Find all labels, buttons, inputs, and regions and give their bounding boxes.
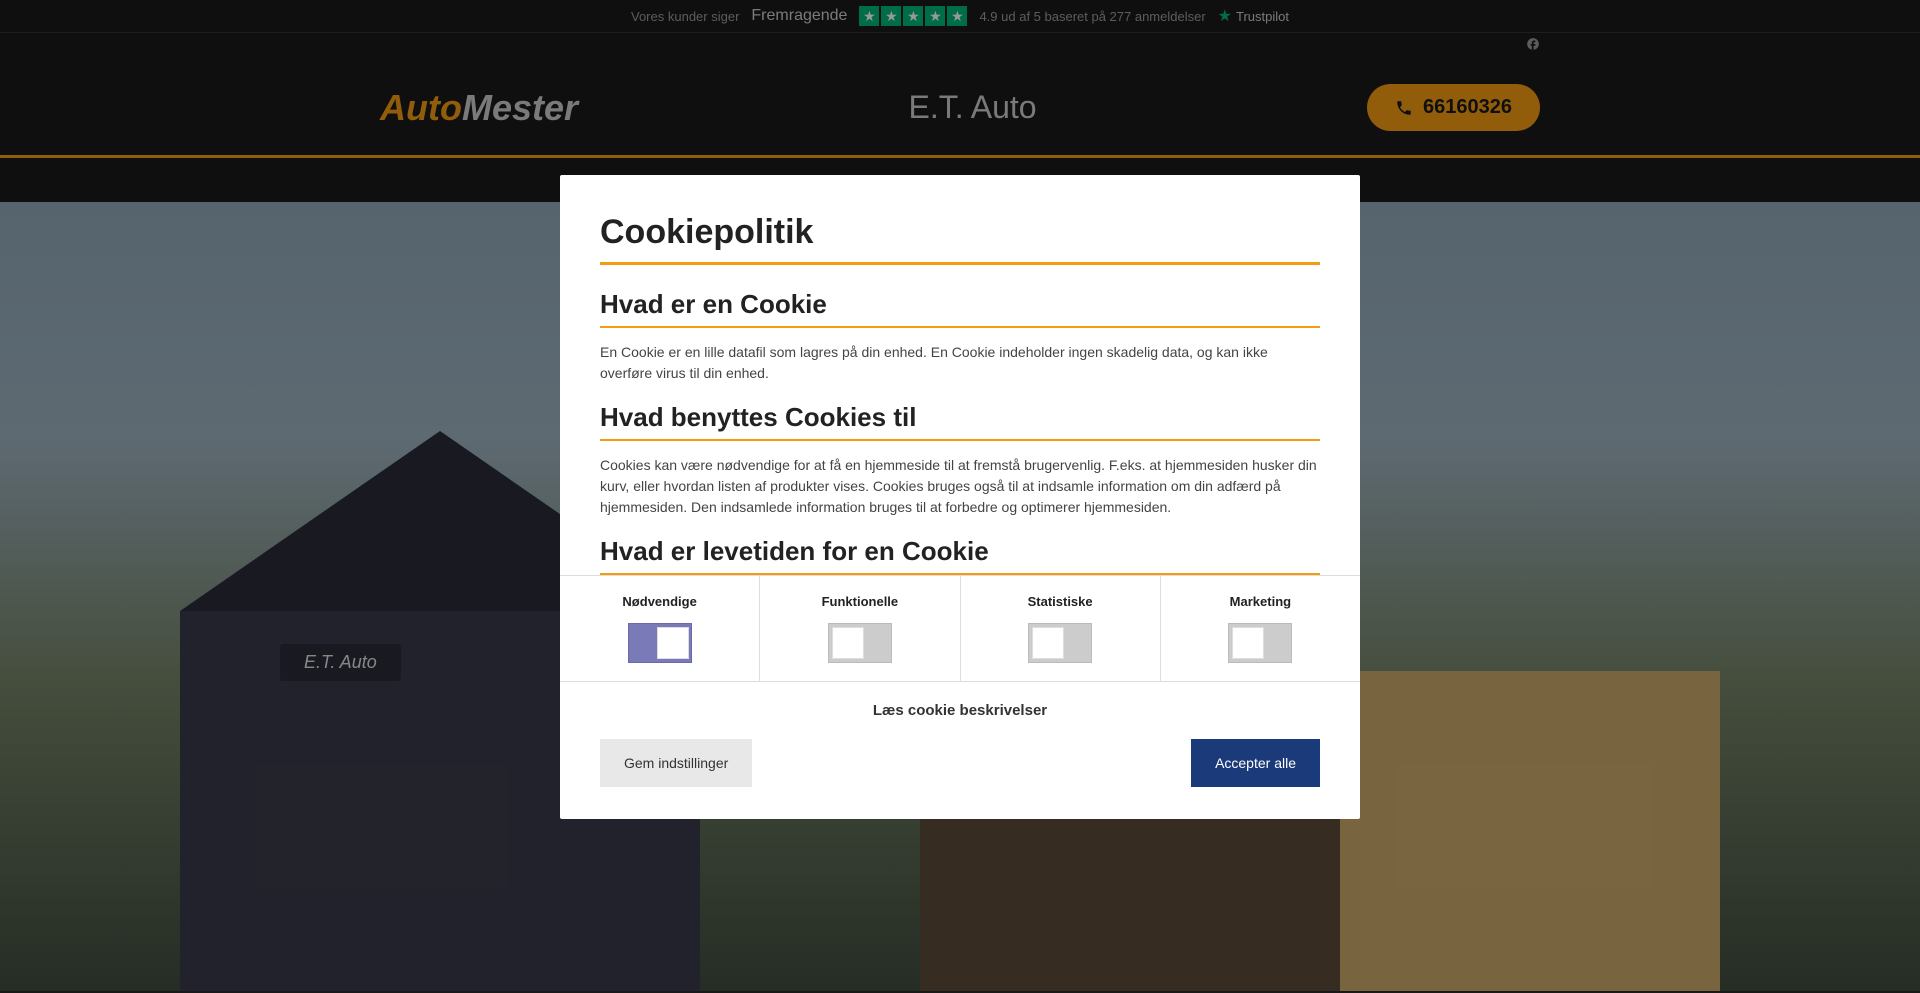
cookie-section2-title: Hvad benyttes Cookies til <box>600 402 1320 441</box>
cookie-section1-text: En Cookie er en lille datafil som lagres… <box>600 342 1320 384</box>
cookie-modal-content: Cookiepolitik Hvad er en Cookie En Cooki… <box>560 175 1360 575</box>
toggle-marketing[interactable] <box>1228 623 1292 663</box>
toggle-item-statistical: Statistiske <box>961 576 1161 681</box>
cookie-modal-title: Cookiepolitik <box>600 213 1320 265</box>
cookie-modal: Cookiepolitik Hvad er en Cookie En Cooki… <box>560 175 1360 819</box>
toggle-label: Nødvendige <box>570 594 749 609</box>
toggle-functional[interactable] <box>828 623 892 663</box>
save-settings-button[interactable]: Gem indstillinger <box>600 739 752 787</box>
toggle-knob <box>657 627 689 659</box>
toggle-label: Statistiske <box>971 594 1150 609</box>
cookie-toggle-section: Nødvendige Funktionelle Statistiske Mark… <box>560 575 1360 682</box>
cookie-section3-title: Hvad er levetiden for en Cookie <box>600 536 1320 575</box>
read-cookie-descriptions-link[interactable]: Læs cookie beskrivelser <box>560 682 1360 739</box>
toggle-statistical[interactable] <box>1028 623 1092 663</box>
toggle-knob <box>832 627 864 659</box>
toggle-necessary[interactable] <box>628 623 692 663</box>
accept-all-button[interactable]: Accepter alle <box>1191 739 1320 787</box>
toggle-item-necessary: Nødvendige <box>560 576 760 681</box>
cookie-button-row: Gem indstillinger Accepter alle <box>560 739 1360 819</box>
toggle-item-marketing: Marketing <box>1161 576 1360 681</box>
toggle-item-functional: Funktionelle <box>760 576 960 681</box>
toggle-label: Funktionelle <box>770 594 949 609</box>
cookie-section2-text: Cookies kan være nødvendige for at få en… <box>600 455 1320 518</box>
cookie-section1-title: Hvad er en Cookie <box>600 289 1320 328</box>
toggle-knob <box>1032 627 1064 659</box>
cookie-modal-overlay: Cookiepolitik Hvad er en Cookie En Cooki… <box>0 0 1920 993</box>
toggle-label: Marketing <box>1171 594 1350 609</box>
toggle-knob <box>1232 627 1264 659</box>
